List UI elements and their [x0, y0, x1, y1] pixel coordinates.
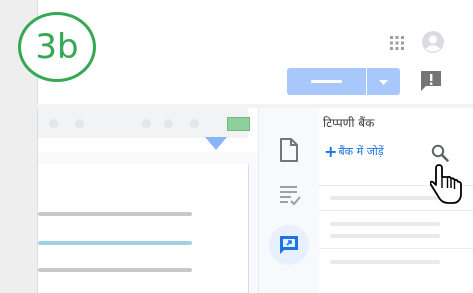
- comment-placeholder: [330, 260, 440, 264]
- document-page[interactable]: [38, 164, 249, 293]
- grid-icon[interactable]: [389, 35, 405, 51]
- comment-bank-tab[interactable]: [269, 225, 309, 265]
- comment-placeholder: [330, 196, 440, 200]
- comment-bank-icon: [280, 236, 298, 254]
- add-to-bank-link[interactable]: + बैंक में जोड़ें: [324, 141, 384, 161]
- share-dropdown-button[interactable]: [367, 68, 400, 95]
- account-icon[interactable]: [422, 31, 444, 53]
- chevron-down-icon: [379, 80, 388, 85]
- highlighted-text-line: [38, 241, 192, 245]
- document-icon[interactable]: [279, 138, 299, 162]
- text-line: [38, 268, 192, 272]
- ruler-margin-marker[interactable]: [227, 117, 250, 131]
- comment-placeholder: [330, 234, 440, 238]
- feedback-icon[interactable]: [419, 69, 443, 93]
- ruler: [38, 108, 248, 138]
- add-to-bank-label: बैंक में जोड़ें: [338, 145, 384, 158]
- plus-icon: +: [324, 141, 338, 161]
- share-button-label-placeholder: [311, 80, 342, 83]
- comment-placeholder: [330, 222, 440, 226]
- checklist-icon[interactable]: [279, 184, 301, 206]
- divider: [319, 248, 473, 249]
- text-line: [38, 212, 192, 216]
- search-icon[interactable]: [430, 143, 450, 163]
- divider: [319, 210, 473, 211]
- step-badge-label: 3b: [35, 27, 79, 67]
- panel-title: टिप्पणी बैंक: [323, 116, 375, 130]
- share-button[interactable]: [287, 68, 366, 95]
- hand-cursor-icon: [429, 163, 466, 207]
- step-badge: 3b: [18, 12, 96, 82]
- ruler-indent-marker[interactable]: [205, 137, 227, 150]
